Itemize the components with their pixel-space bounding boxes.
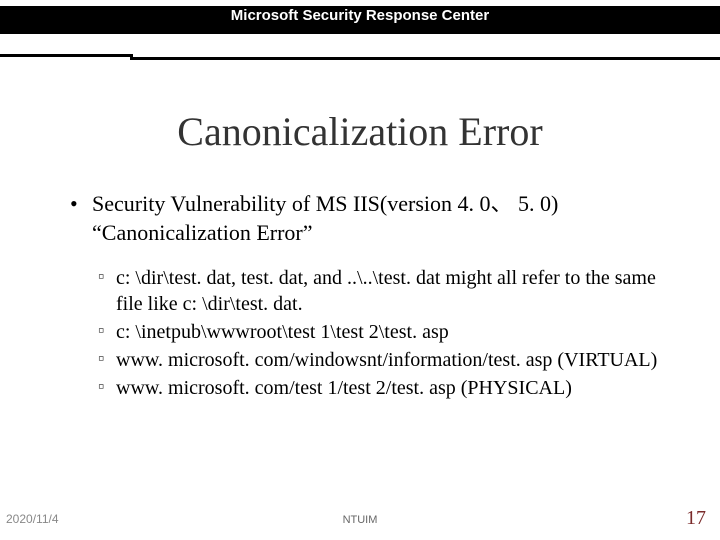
bullet-level2-text: c: \inetpub\wwwroot\test 1\test 2\test. … [116,321,449,343]
bullet-level2-item: c: \dir\test. dat, test. dat, and ..\..\… [98,265,680,317]
slide-title: Canonicalization Error [0,108,720,155]
slide: Microsoft Security Response Center Canon… [0,0,720,540]
bullet-level2-item: c: \inetpub\wwwroot\test 1\test 2\test. … [98,319,680,345]
bullet-level1: Security Vulnerability of MS IIS(version… [70,190,680,247]
bullet-level2-text: www. microsoft. com/test 1/test 2/test. … [116,377,572,399]
header-label: Microsoft Security Response Center [231,7,489,24]
bullet-level1-text: Security Vulnerability of MS IIS(version… [92,191,558,245]
bullet-level2-list: c: \dir\test. dat, test. dat, and ..\..\… [98,265,680,401]
footer-page-number: 17 [686,507,706,530]
bullet-level2-item: www. microsoft. com/test 1/test 2/test. … [98,375,680,401]
bullet-level2-text: www. microsoft. com/windowsnt/informatio… [116,349,657,371]
bullet-level2-item: www. microsoft. com/windowsnt/informatio… [98,347,680,373]
header-bar: Microsoft Security Response Center [0,6,720,34]
slide-content: Security Vulnerability of MS IIS(version… [70,190,680,403]
header-underline [0,54,720,60]
bullet-level2-text: c: \dir\test. dat, test. dat, and ..\..\… [116,267,656,315]
footer-center: NTUIM [0,514,720,526]
